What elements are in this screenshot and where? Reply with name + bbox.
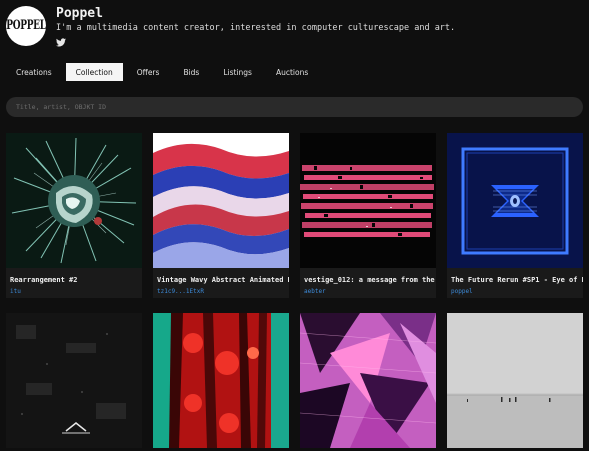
card-creator-link[interactable]: aebter	[300, 286, 436, 298]
card-artwork[interactable]	[447, 313, 583, 448]
tab-creations[interactable]: Creations	[6, 63, 62, 81]
collection-card[interactable]	[6, 313, 142, 448]
collection-card[interactable]: Vintage Wavy Abstract Animated Ba tz1c9.…	[153, 133, 289, 298]
tab-offers[interactable]: Offers	[127, 63, 170, 81]
card-artwork[interactable]	[300, 313, 436, 448]
tab-listings[interactable]: Listings	[213, 63, 262, 81]
collection-card[interactable]	[447, 313, 583, 448]
tab-auctions[interactable]: Auctions	[266, 63, 318, 81]
tab-bids[interactable]: Bids	[173, 63, 209, 81]
collection-card[interactable]	[153, 313, 289, 448]
card-artwork[interactable]	[153, 313, 289, 448]
card-title: vestige_012: a message from the E	[304, 276, 436, 284]
card-title: Vintage Wavy Abstract Animated Ba	[157, 276, 289, 284]
card-artwork[interactable]	[6, 133, 142, 268]
collection-grid: Rearrangement #2 itu Vintage Wavy Abstra…	[6, 133, 583, 451]
twitter-icon[interactable]	[56, 38, 66, 47]
profile-header: POPPEL Poppel I'm a multimedia content c…	[0, 0, 589, 56]
search-input[interactable]	[16, 103, 583, 111]
card-creator-link[interactable]: tz1c9...1EtxR	[153, 286, 289, 298]
collection-card[interactable]: vestige_012: a message from the E aebter	[300, 133, 436, 298]
avatar-logo-text: POPPEL	[6, 19, 46, 33]
card-creator-link[interactable]: itu	[6, 286, 142, 298]
card-artwork[interactable]	[300, 133, 436, 268]
collection-card[interactable]	[300, 313, 436, 448]
avatar[interactable]: POPPEL	[6, 6, 46, 46]
profile-tabs: Creations Collection Offers Bids Listing…	[6, 63, 322, 81]
collection-card[interactable]: Rearrangement #2 itu	[6, 133, 142, 298]
card-title: Rearrangement #2	[10, 276, 78, 284]
profile-name: Poppel	[56, 6, 103, 21]
card-title: The Future Rerun #SP1 - Eye of De	[451, 276, 583, 284]
search-bar	[6, 97, 583, 117]
card-artwork[interactable]	[153, 133, 289, 268]
collection-card[interactable]: The Future Rerun #SP1 - Eye of De poppel	[447, 133, 583, 298]
card-creator-link[interactable]: poppel	[447, 286, 583, 298]
card-artwork[interactable]	[6, 313, 142, 448]
profile-bio: I'm a multimedia content creator, intere…	[56, 23, 456, 33]
tab-collection[interactable]: Collection	[65, 63, 123, 81]
card-artwork[interactable]	[447, 133, 583, 268]
